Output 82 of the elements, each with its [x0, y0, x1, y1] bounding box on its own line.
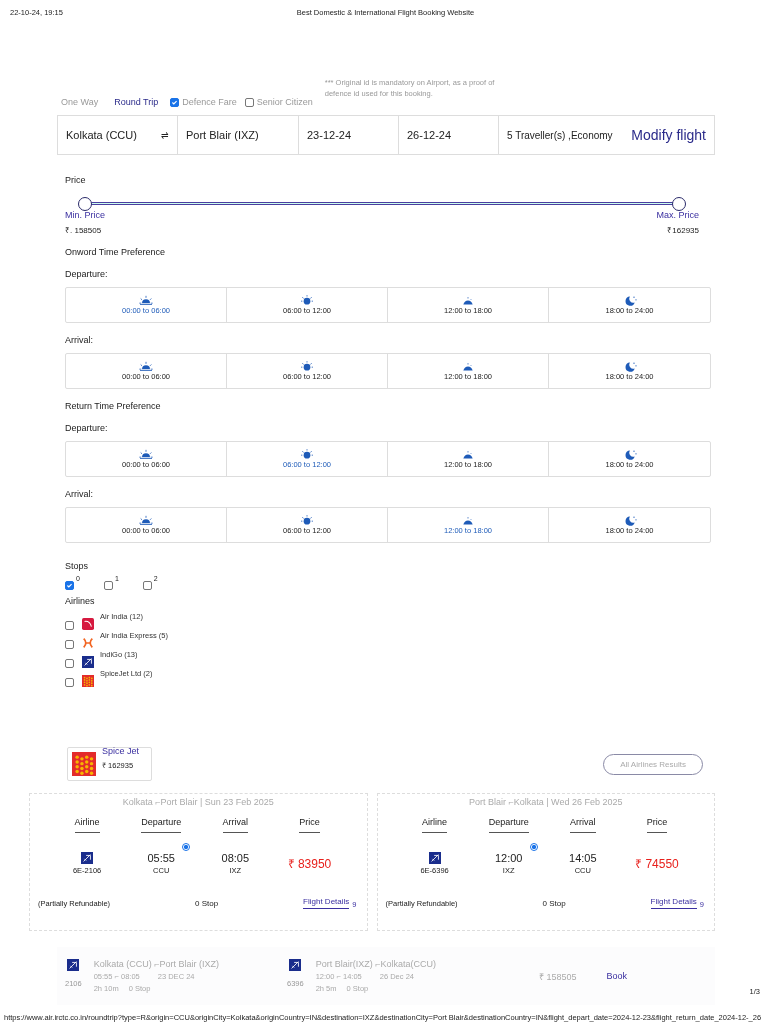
- group-label: Arrival:: [65, 335, 94, 345]
- airline-logo-icon: [82, 675, 94, 687]
- airline-name: Spice Jet: [102, 746, 140, 756]
- checkbox[interactable]: [65, 621, 74, 630]
- trip-type-tab[interactable]: Round Trip: [110, 97, 163, 107]
- destination-field[interactable]: Port Blair (IXZ): [186, 129, 259, 141]
- sunrise-icon: [138, 449, 154, 460]
- radio-button[interactable]: [529, 843, 538, 851]
- column-header: Departure: [488, 817, 529, 833]
- section-title: Price: [65, 175, 87, 185]
- sunset-icon: [460, 361, 476, 372]
- checkbox[interactable]: [142, 581, 152, 590]
- sun-icon: [299, 295, 315, 306]
- origin-field[interactable]: Kolkata (CCU): [66, 129, 137, 141]
- leg-route: Port Blair(IXZ) ⌐Kolkata(CCU): [315, 959, 436, 969]
- departure-time: 05:55: [147, 851, 175, 864]
- checkbox[interactable]: [170, 98, 180, 107]
- radio-button[interactable]: [182, 843, 191, 851]
- sunrise-icon: [138, 515, 154, 526]
- swap-button[interactable]: ⇌: [161, 130, 169, 140]
- plane-logo-icon: [82, 656, 94, 668]
- total-price: ₹ 158505: [539, 970, 577, 983]
- sunset-icon: [460, 449, 476, 460]
- section-title: Return Time Preference: [65, 401, 162, 411]
- sun-icon: [299, 361, 315, 372]
- column-header: Price: [646, 817, 668, 833]
- checkbox[interactable]: [244, 98, 254, 107]
- sunrise-icon: [138, 361, 154, 372]
- stops-text: 0 Stop: [542, 898, 566, 908]
- slider-handle[interactable]: [78, 197, 92, 211]
- flight-details-link[interactable]: Flight Details: [650, 897, 697, 909]
- column-header: Airline: [422, 817, 448, 833]
- group-label: Arrival:: [65, 489, 94, 499]
- sunrise-icon: [138, 295, 154, 306]
- fare-price: ₹ 74550: [635, 855, 679, 872]
- leg-route: Kolkata (CCU) ⌐Port Blair (IXZ): [93, 959, 219, 969]
- section-title: Stops: [65, 561, 89, 571]
- fare-label: Defence Fare: [182, 97, 237, 107]
- fare-price: ₹ 83950: [287, 855, 332, 872]
- price-label: Min. Price: [65, 210, 105, 220]
- checkbox[interactable]: [103, 581, 113, 590]
- sunset-icon: [460, 515, 476, 526]
- plane-logo-icon: [289, 959, 302, 971]
- checkbox[interactable]: [65, 581, 74, 590]
- depart-date-field[interactable]: 23-12-24: [307, 129, 352, 141]
- modify-flight-button[interactable]: Modify flight: [631, 127, 706, 143]
- flight-details-link[interactable]: Flight Details: [303, 897, 350, 909]
- group-label: Departure:: [65, 269, 109, 279]
- section-title: Onword Time Preference: [65, 247, 167, 257]
- checkbox[interactable]: [65, 640, 74, 649]
- sun-icon: [299, 515, 315, 526]
- price-label: Max. Price: [656, 210, 699, 220]
- airline-logo-icon: [82, 618, 94, 630]
- section-title: Airlines: [65, 596, 96, 606]
- return-date-field[interactable]: 26-12-24: [407, 129, 452, 141]
- departure-time: 12:00: [494, 851, 523, 864]
- checkbox[interactable]: [65, 659, 74, 668]
- group-label: Departure:: [65, 423, 109, 433]
- plane-logo-icon: [81, 851, 94, 864]
- book-button[interactable]: Book: [606, 971, 628, 981]
- arrival-time: 14:05: [569, 851, 597, 864]
- sunset-icon: [460, 295, 476, 306]
- price-value: ₹162935: [667, 225, 699, 235]
- airline-logo-icon: [82, 637, 94, 649]
- airline-logo-icon: [72, 752, 96, 776]
- column-header: Airline: [74, 817, 100, 833]
- checkbox[interactable]: [65, 678, 74, 687]
- price-value: ₹. 158505: [65, 225, 103, 235]
- flight-route-heading: Port Blair ⌐Kolkata | Wed 26 Feb 2025: [468, 797, 624, 807]
- stops-text: 0 Stop: [195, 898, 219, 908]
- fare-label: Senior Citizen: [256, 97, 313, 107]
- column-header: Arrival: [570, 817, 596, 833]
- sun-icon: [299, 449, 315, 460]
- arrival-time: 08:05: [221, 851, 250, 864]
- flight-route-heading: Kolkata ⌐Port Blair | Sun 23 Feb 2025: [121, 797, 275, 807]
- column-header: Arrival: [222, 817, 249, 833]
- column-header: Departure: [141, 817, 182, 833]
- column-header: Price: [299, 817, 320, 833]
- slider-handle[interactable]: [672, 197, 686, 211]
- plane-logo-icon: [67, 959, 80, 971]
- travellers-field[interactable]: 5 Traveller(s) ,Economy: [507, 129, 613, 141]
- plane-logo-icon: [428, 851, 441, 864]
